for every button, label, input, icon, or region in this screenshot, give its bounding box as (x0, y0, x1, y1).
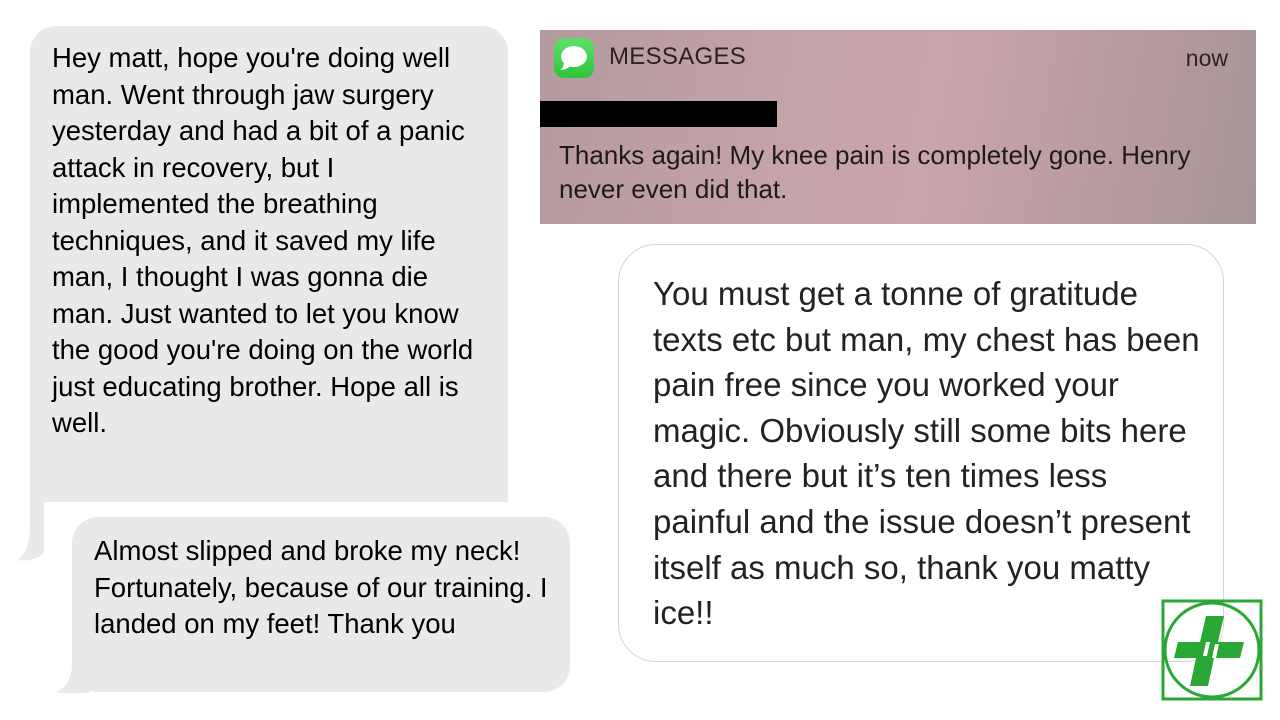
message-text: Hey matt, hope you're doing well man. We… (52, 42, 474, 438)
messages-notification[interactable]: MESSAGES now Thanks again! My knee pain … (540, 30, 1256, 224)
messages-app-icon (554, 38, 594, 78)
message-text: You must get a tonne of gratitude texts … (653, 275, 1200, 632)
testimonial-collage: Hey matt, hope you're doing well man. We… (0, 0, 1280, 720)
bubble-tail (56, 664, 90, 694)
redacted-sender-name (540, 101, 777, 127)
speech-bubble-icon (560, 46, 587, 70)
message-text: Almost slipped and broke my neck! Fortun… (94, 535, 548, 639)
green-cross-logo-icon (1161, 599, 1263, 701)
notification-app-name: MESSAGES (609, 43, 747, 70)
bubble-tail (18, 496, 44, 561)
message-bubble-chest-pain: You must get a tonne of gratitude texts … (618, 244, 1224, 662)
notification-time: now (1185, 45, 1228, 71)
message-bubble-jaw-surgery: Hey matt, hope you're doing well man. We… (30, 26, 508, 502)
notification-body: Thanks again! My knee pain is completely… (559, 140, 1191, 204)
message-bubble-slipped: Almost slipped and broke my neck! Fortun… (72, 517, 570, 692)
